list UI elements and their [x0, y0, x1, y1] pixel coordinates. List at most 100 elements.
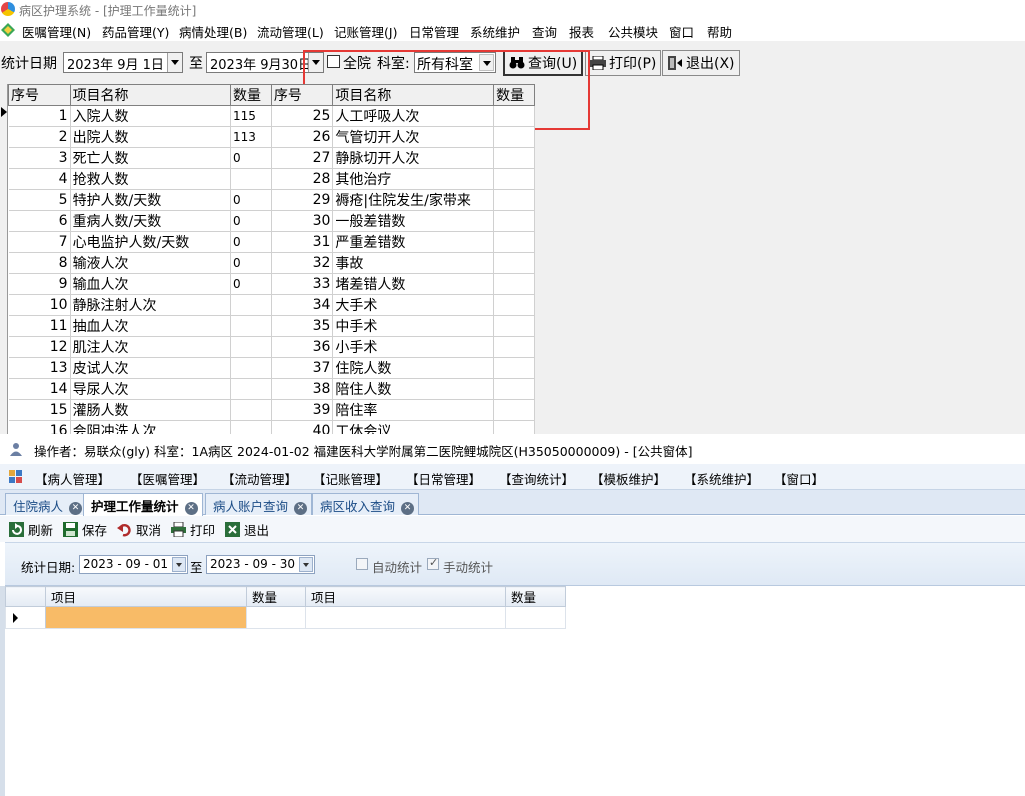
cell-seq[interactable]: 9 [8, 273, 71, 295]
chevron-down-icon[interactable] [479, 54, 494, 71]
menu-item-system[interactable]: 系统维护 [470, 22, 520, 41]
cell-qty[interactable]: 0 [230, 210, 272, 232]
menu-item-query[interactable]: 查询 [532, 22, 557, 41]
cell-seq-2[interactable]: 34 [271, 294, 334, 316]
table-row[interactable]: 16 会阴冲洗人次 40 工休会议 [8, 420, 535, 434]
end-date-input[interactable]: 2023 - 09 - 30 [206, 555, 315, 574]
table-row[interactable]: 2 出院人数 113 26 气管切开人次 [8, 126, 535, 148]
start-date-picker[interactable]: 2023年 9月 1日 [63, 52, 183, 73]
cell-qty-2[interactable] [493, 231, 535, 253]
query-button[interactable]: 查询(U) [503, 50, 584, 76]
cell-seq-2[interactable]: 37 [271, 357, 334, 379]
menu-item-condition[interactable]: 病情处理(B) [179, 22, 247, 41]
cell-seq[interactable]: 5 [8, 189, 71, 211]
print-button-2[interactable]: 打印 [171, 520, 215, 539]
cell-item[interactable]: 导尿人次 [70, 378, 231, 400]
col-header-item-b[interactable]: 项目 [305, 586, 506, 607]
col-header-qty-2[interactable]: 数量 [493, 84, 535, 106]
close-icon[interactable]: ✕ [69, 502, 83, 515]
cell-seq[interactable]: 11 [8, 315, 71, 337]
cell-qty-a[interactable] [246, 606, 306, 629]
cell-qty-2[interactable] [493, 378, 535, 400]
col-header-item-2[interactable]: 项目名称 [332, 84, 495, 106]
cell-qty-2[interactable] [493, 315, 535, 337]
cell-qty[interactable]: 0 [230, 147, 272, 169]
cell-qty[interactable]: 0 [230, 189, 272, 211]
cell-qty-2[interactable] [493, 420, 535, 434]
cell-seq[interactable]: 3 [8, 147, 71, 169]
cell-seq[interactable]: 16 [8, 420, 71, 434]
cell-seq-2[interactable]: 31 [271, 231, 334, 253]
cell-seq[interactable]: 14 [8, 378, 71, 400]
menu-order-mgmt[interactable]: 【医嘱管理】 [130, 469, 205, 488]
cell-qty-2[interactable] [493, 252, 535, 274]
cell-qty-2[interactable] [493, 336, 535, 358]
cell-item[interactable]: 静脉注射人次 [70, 294, 231, 316]
cell-item-2[interactable]: 堵差错人数 [332, 273, 495, 295]
cell-qty[interactable]: 0 [230, 252, 272, 274]
menu-item-daily[interactable]: 日常管理 [409, 22, 459, 41]
menu-item-window[interactable]: 窗口 [669, 22, 694, 41]
menu-window[interactable]: 【窗口】 [774, 469, 824, 488]
tab-nursing-workload[interactable]: 护理工作量统计 ✕ [83, 493, 203, 516]
cell-item-2[interactable]: 工休会议 [332, 420, 495, 434]
table-row[interactable] [5, 606, 566, 629]
menu-item-report[interactable]: 报表 [569, 22, 594, 41]
cell-item[interactable]: 特护人数/天数 [70, 189, 231, 211]
cell-qty[interactable]: 0 [230, 273, 272, 295]
chevron-down-icon[interactable] [308, 53, 323, 72]
table-row[interactable]: 10 静脉注射人次 34 大手术 [8, 294, 535, 316]
app-menu-icon[interactable] [9, 470, 23, 484]
menu-template[interactable]: 【模板维护】 [591, 469, 666, 488]
col-header-item[interactable]: 项目名称 [69, 84, 231, 106]
cell-seq-2[interactable]: 36 [271, 336, 334, 358]
print-button[interactable]: 打印(P) [585, 50, 662, 76]
cell-qty-2[interactable] [493, 126, 535, 148]
manual-stat-checkbox[interactable] [427, 556, 439, 570]
cell-item[interactable]: 出院人数 [70, 126, 231, 148]
cell-qty[interactable] [230, 336, 272, 358]
cell-item[interactable]: 会阴冲洗人次 [70, 420, 231, 434]
menu-item-flow[interactable]: 流动管理(L) [257, 22, 324, 41]
tab-inpatients[interactable]: 住院病人 ✕ [5, 493, 88, 515]
col-header-qty-b[interactable]: 数量 [505, 586, 566, 607]
menu-system[interactable]: 【系统维护】 [684, 469, 759, 488]
cell-item[interactable]: 输液人次 [70, 252, 231, 274]
cell-item-2[interactable]: 严重差错数 [332, 231, 495, 253]
col-header-qty[interactable]: 数量 [229, 84, 272, 106]
cell-seq[interactable]: 13 [8, 357, 71, 379]
menu-item-help[interactable]: 帮助 [707, 22, 732, 41]
cell-item[interactable]: 死亡人数 [70, 147, 231, 169]
col-header-seq-2[interactable]: 序号 [270, 84, 334, 106]
save-button[interactable]: 保存 [63, 520, 107, 539]
cell-item-2[interactable]: 住院人数 [332, 357, 495, 379]
cell-item-2[interactable]: 中手术 [332, 315, 495, 337]
table-row[interactable]: 15 灌肠人数 39 陪住率 [8, 399, 535, 421]
cell-qty[interactable]: 113 [230, 126, 272, 148]
cell-qty-2[interactable] [493, 210, 535, 232]
menu-query-stats[interactable]: 【查询统计】 [499, 469, 574, 488]
cell-qty[interactable] [230, 399, 272, 421]
cell-seq-2[interactable]: 29 [271, 189, 334, 211]
cell-item[interactable]: 入院人数 [70, 105, 231, 127]
chevron-down-icon[interactable] [299, 557, 313, 572]
tab-patient-account[interactable]: 病人账户查询 ✕ [205, 493, 313, 515]
cell-item[interactable]: 抽血人次 [70, 315, 231, 337]
menu-billing-mgmt[interactable]: 【记账管理】 [313, 469, 388, 488]
cell-seq[interactable]: 2 [8, 126, 71, 148]
cell-qty[interactable] [230, 378, 272, 400]
cell-seq-2[interactable]: 35 [271, 315, 334, 337]
cell-seq-2[interactable]: 39 [271, 399, 334, 421]
cell-qty-2[interactable] [493, 273, 535, 295]
cell-seq[interactable]: 6 [8, 210, 71, 232]
cell-seq[interactable]: 7 [8, 231, 71, 253]
table-row[interactable]: 4 抢救人数 28 其他治疗 [8, 168, 535, 190]
menu-patient-mgmt[interactable]: 【病人管理】 [35, 469, 110, 488]
col-header-seq[interactable]: 序号 [8, 84, 71, 106]
cell-qty-2[interactable] [493, 294, 535, 316]
table-row[interactable]: 13 皮试人次 37 住院人数 [8, 357, 535, 379]
cell-qty[interactable] [230, 357, 272, 379]
cell-item-2[interactable]: 陪住率 [332, 399, 495, 421]
cell-qty-2[interactable] [493, 105, 535, 127]
cell-item-2[interactable]: 大手术 [332, 294, 495, 316]
